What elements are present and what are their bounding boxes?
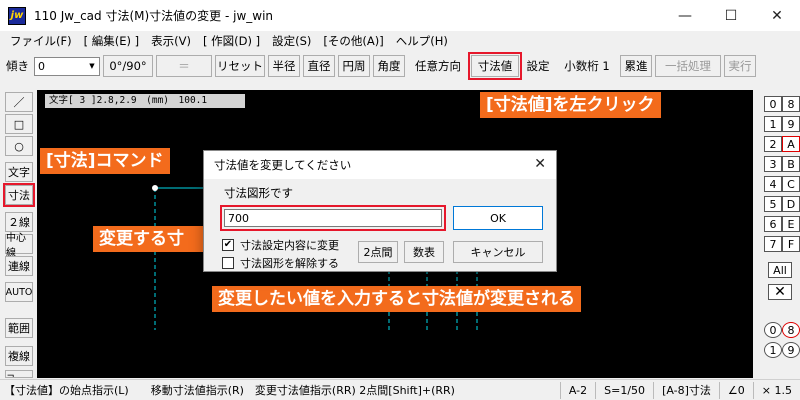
zoom-indicator[interactable]: × 1.5 [752, 381, 800, 399]
batch-process-button[interactable]: 一括処理 [655, 55, 721, 77]
callout-dimension-to-change: 変更する寸 [93, 226, 205, 252]
tilt-value: 0 [38, 59, 45, 73]
release-dimension-checkbox[interactable]: 寸法図形を解除する [222, 255, 339, 271]
layer-group-d-button[interactable]: D [782, 196, 800, 212]
menu-bar: ファイル(F) [ 編集(E) ] 表示(V) [ 作図(D) ] 設定(S) … [0, 31, 800, 51]
left-tool-palette: ／ □ ○ 文字 寸法 ２線 中心線 連線 AUTO 範囲 複線 コーナー [0, 90, 36, 378]
layer-0-button[interactable]: 0 [764, 322, 782, 338]
layer-group-3-button[interactable]: 3 [764, 156, 782, 172]
auto-tool-button[interactable]: AUTO [5, 282, 33, 302]
number-table-button[interactable]: 数表 [404, 241, 444, 263]
layer-indicator[interactable]: [A-8]寸法 [653, 381, 719, 399]
menu-help[interactable]: ヘルプ(H) [390, 33, 454, 49]
layer-group-a-button[interactable]: A [782, 136, 800, 152]
layer-group-7-button[interactable]: 7 [764, 236, 782, 252]
dimension-value-button[interactable]: 寸法値 [468, 52, 522, 80]
layer-9-button[interactable]: 9 [782, 342, 800, 358]
reset-button[interactable]: リセット [215, 55, 265, 77]
layer-group-1-button[interactable]: 1 [764, 116, 782, 132]
angle-0-90-button[interactable]: 0°/90° [103, 55, 153, 77]
radius-button[interactable]: 半径 [268, 55, 300, 77]
angle-indicator[interactable]: ∠0 [718, 381, 753, 399]
angle-button[interactable]: 角度 [373, 55, 405, 77]
diameter-button[interactable]: 直径 [303, 55, 335, 77]
circle-tool-button[interactable]: ○ [5, 136, 33, 156]
chevron-down-icon: ▼ [89, 62, 95, 70]
menu-draw[interactable]: [ 作図(D) ] [197, 33, 266, 49]
layer-group-all-button[interactable]: All [768, 262, 792, 278]
menu-view[interactable]: 表示(V) [145, 33, 197, 49]
cancel-button[interactable]: キャンセル [453, 241, 543, 263]
selected-point-marker [152, 185, 158, 191]
maximize-button[interactable]: ☐ [708, 0, 754, 31]
sheet-indicator[interactable]: A-2 [559, 381, 595, 399]
scale-indicator[interactable]: S=1/50 [595, 381, 653, 399]
callout-enter-value: 変更したい値を入力すると寸法値が変更される [212, 286, 581, 312]
dimension-value-input[interactable] [224, 209, 442, 227]
text-tool-button[interactable]: 文字 [5, 162, 33, 182]
connect-line-tool-button[interactable]: 連線 [5, 256, 33, 276]
callout-dimension-command: [寸法]コマンド [40, 148, 170, 174]
dialog-prompt: 寸法図形です [224, 186, 293, 200]
apply-settings-label: 寸法設定内容に変更 [240, 239, 339, 252]
dimension-tool-button[interactable]: 寸法 [3, 183, 35, 207]
status-bar: 【寸法値】の始点指示(L) 移動寸法値指示(R) 変更寸法値指示(RR) 2点間… [0, 379, 800, 400]
layer-group-b-button[interactable]: B [782, 156, 800, 172]
offset-line-tool-button[interactable]: 複線 [5, 346, 33, 366]
layer-8-button[interactable]: 8 [782, 322, 800, 338]
layer-group-0-button[interactable]: 0 [764, 96, 782, 112]
layer-palette: 0 8 1 9 2 A 3 B 4 C 5 D 6 E 7 F All ✕ 0 … [756, 90, 800, 378]
value-input-highlight [220, 205, 446, 231]
layer-group-2-button[interactable]: 2 [764, 136, 782, 152]
cumulative-button[interactable]: 累進 [620, 55, 652, 77]
layer-group-9-button[interactable]: 9 [782, 116, 800, 132]
minimize-button[interactable]: — [662, 0, 708, 31]
callout-click-dimension-value: [寸法値]を左クリック [480, 92, 661, 118]
tilt-label: 傾き [6, 59, 29, 73]
status-message: 【寸法値】の始点指示(L) 移動寸法値指示(R) 変更寸法値指示(RR) 2点間… [4, 384, 455, 397]
layer-group-5-button[interactable]: 5 [764, 196, 782, 212]
change-dimension-value-dialog: 寸法値を変更してください ✕ 寸法図形です OK ✔ 寸法設定内容に変更 寸法図… [203, 150, 557, 272]
dialog-title: 寸法値を変更してください [214, 158, 352, 172]
layer-1-button[interactable]: 1 [764, 342, 782, 358]
dialog-close-button[interactable]: ✕ [534, 156, 546, 172]
rectangle-tool-button[interactable]: □ [5, 114, 33, 134]
layer-group-c-button[interactable]: C [782, 176, 800, 192]
layer-group-4-button[interactable]: 4 [764, 176, 782, 192]
layer-group-8-button[interactable]: 8 [782, 96, 800, 112]
checkbox-unchecked-icon [222, 257, 234, 269]
menu-file[interactable]: ファイル(F) [4, 33, 78, 49]
any-direction-button[interactable]: 任意方向 [408, 55, 468, 77]
checkbox-checked-icon: ✔ [222, 239, 234, 251]
tilt-select[interactable]: 0 ▼ [34, 56, 100, 76]
execute-button[interactable]: 実行 [724, 55, 756, 77]
layer-group-e-button[interactable]: E [782, 216, 800, 232]
decimal-places-button[interactable]: 小数桁 1 [557, 55, 617, 77]
settings-button[interactable]: 設定 [522, 55, 554, 77]
menu-settings[interactable]: 設定(S) [266, 33, 317, 49]
equal-button[interactable]: ＝ [156, 55, 212, 77]
apply-settings-checkbox[interactable]: ✔ 寸法設定内容に変更 [222, 237, 339, 253]
center-line-tool-button[interactable]: 中心線 [5, 233, 33, 259]
dialog-title-bar: 寸法値を変更してください ✕ [204, 151, 556, 179]
two-point-button[interactable]: 2点間 [358, 241, 398, 263]
release-dimension-label: 寸法図形を解除する [240, 257, 339, 270]
menu-edit[interactable]: [ 編集(E) ] [78, 33, 146, 49]
line-tool-button[interactable]: ／ [5, 92, 33, 112]
menu-other[interactable]: [その他(A)] [317, 33, 389, 49]
layer-group-f-button[interactable]: F [782, 236, 800, 252]
window-title: 110 Jw_cad 寸法(M)寸法値の変更 - jw_win [34, 9, 274, 23]
title-bar: jw 110 Jw_cad 寸法(M)寸法値の変更 - jw_win — ☐ ✕ [0, 0, 800, 31]
ok-button[interactable]: OK [453, 206, 543, 230]
command-toolbar: 傾き 0 ▼ 0°/90° ＝ リセット 半径 直径 円周 角度 任意方向 寸法… [0, 52, 800, 80]
circumference-button[interactable]: 円周 [338, 55, 370, 77]
range-tool-button[interactable]: 範囲 [5, 318, 33, 338]
close-button[interactable]: ✕ [754, 0, 800, 31]
app-icon: jw [8, 6, 26, 25]
close-icon[interactable]: ✕ [768, 284, 792, 300]
corner-tool-button[interactable]: コーナー [5, 370, 33, 378]
layer-group-6-button[interactable]: 6 [764, 216, 782, 232]
